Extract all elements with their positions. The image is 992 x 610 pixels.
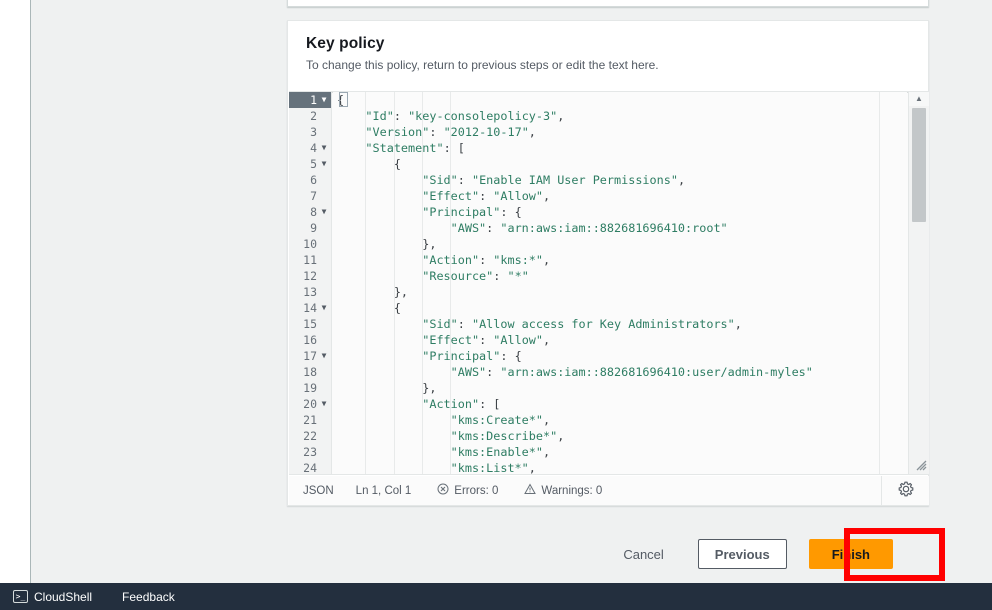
key-policy-card: Key policy To change this policy, return… (287, 20, 929, 506)
fold-triangle-icon[interactable]: ▼ (319, 92, 329, 108)
fold-triangle-icon[interactable]: ▼ (319, 204, 329, 220)
code-line: "AWS": "arn:aws:iam::882681696410:user/a… (450, 365, 813, 379)
gear-icon (898, 481, 914, 500)
gutter-line-number[interactable]: 3 (289, 124, 331, 140)
fold-triangle-icon[interactable]: ▼ (319, 396, 329, 412)
json-code-editor[interactable]: 1 ▼ 2 3 4 ▼ 5 ▼ 6 7 8 ▼ 9 10 11 12 13 14 ▼ 15 16 17 ▼ 18 19 20 ▼ 21… (289, 91, 929, 475)
code-line: }, (337, 381, 437, 395)
finish-button[interactable]: Finish (808, 539, 893, 569)
editor-settings-button[interactable] (881, 476, 929, 505)
cancel-button[interactable]: Cancel (619, 541, 667, 568)
fold-triangle-icon[interactable]: ▼ (319, 300, 329, 316)
status-errors: Errors: 0 (437, 483, 498, 498)
code-line: "kms:Create*", (450, 413, 551, 427)
card-subtitle: To change this policy, return to previou… (306, 58, 659, 72)
code-line: }, (337, 237, 437, 251)
editor-line-number-gutter[interactable]: 1 ▼ 2 3 4 ▼ 5 ▼ 6 7 8 ▼ 9 10 11 12 13 14 ▼ 15 16 17 ▼ 18 19 20 ▼ 21… (289, 92, 332, 474)
code-line: { (337, 301, 401, 315)
gutter-line-number[interactable]: 21 (289, 412, 331, 428)
code-line: "Statement": [ (365, 141, 465, 155)
scroll-up-arrow-icon[interactable]: ▲ (909, 92, 929, 106)
left-nav-rail (0, 0, 31, 583)
gutter-line-number[interactable]: 7 (289, 188, 331, 204)
cloudshell-button[interactable]: >_ CloudShell (13, 590, 92, 604)
fold-triangle-icon[interactable]: ▼ (319, 348, 329, 364)
console-bottom-bar: >_ CloudShell Feedback (0, 583, 992, 610)
card-header: Key policy To change this policy, return… (288, 21, 928, 73)
text-cursor (339, 92, 348, 107)
gutter-line-number[interactable]: 22 (289, 428, 331, 444)
cloudshell-label: CloudShell (34, 589, 93, 604)
code-line: "Sid": "Enable IAM User Permissions", (422, 173, 686, 187)
editor-status-bar: JSON Ln 1, Col 1 Errors: 0 Warnings: 0 (289, 476, 929, 506)
policy-editor-wrapper: 1 ▼ 2 3 4 ▼ 5 ▼ 6 7 8 ▼ 9 10 11 12 13 14 ▼ 15 16 17 ▼ 18 19 20 ▼ 21… (289, 91, 929, 506)
gutter-line-number[interactable]: 15 (289, 316, 331, 332)
code-line: "Principal": { (422, 349, 522, 363)
editor-resize-grip-icon[interactable] (914, 459, 928, 473)
page-title: Key policy (306, 35, 385, 52)
scrollbar-thumb[interactable] (912, 108, 926, 222)
code-line: "Id": "key-consolepolicy-3", (365, 109, 565, 123)
code-line: "kms:List*", (450, 461, 536, 474)
gutter-line-number[interactable]: 23 (289, 444, 331, 460)
gutter-line-number[interactable]: 10 (289, 236, 331, 252)
fold-triangle-icon[interactable]: ▼ (319, 140, 329, 156)
gutter-line-number[interactable]: 14 ▼ (289, 300, 331, 316)
print-margin-ruler (879, 92, 880, 474)
gutter-line-number[interactable]: 2 (289, 108, 331, 124)
code-line: "AWS": "arn:aws:iam::882681696410:root" (450, 221, 728, 235)
wizard-footer-actions: Cancel Previous Finish (287, 534, 929, 574)
feedback-button[interactable]: Feedback (122, 590, 175, 604)
gutter-line-number[interactable]: 5 ▼ (289, 156, 331, 172)
gutter-line-number[interactable]: 6 (289, 172, 331, 188)
status-errors-label: Errors: 0 (454, 484, 499, 497)
editor-code-area[interactable]: { "Id": "key-consolepolicy-3", "Version"… (333, 92, 907, 474)
code-line: "kms:Describe*", (450, 429, 565, 443)
code-line: "Effect": "Allow", (422, 333, 551, 347)
code-line: "Resource": "*" (422, 269, 529, 283)
error-circle-icon (437, 483, 449, 498)
code-line: "Version": "2012-10-17", (365, 125, 536, 139)
gutter-line-number[interactable]: 16 (289, 332, 331, 348)
code-line: "kms:Enable*", (450, 445, 551, 459)
gutter-line-number[interactable]: 11 (289, 252, 331, 268)
gutter-line-number[interactable]: 12 (289, 268, 331, 284)
gutter-line-number[interactable]: 8 ▼ (289, 204, 331, 220)
code-line: "Principal": { (422, 205, 522, 219)
status-warnings-label: Warnings: 0 (541, 484, 603, 497)
page-canvas: Key policy To change this policy, return… (32, 0, 992, 583)
previous-button[interactable]: Previous (697, 539, 787, 569)
code-line: "Effect": "Allow", (422, 189, 551, 203)
editor-vertical-scrollbar[interactable]: ▲ (908, 92, 929, 474)
code-line: { (337, 157, 401, 171)
code-line: "Action": [ (422, 397, 501, 411)
status-language: JSON (303, 484, 334, 497)
gutter-line-number[interactable]: 18 (289, 364, 331, 380)
status-warnings: Warnings: 0 (524, 483, 602, 498)
status-cursor-position: Ln 1, Col 1 (355, 484, 412, 497)
gutter-line-number[interactable]: 17 ▼ (289, 348, 331, 364)
code-line: { (337, 92, 907, 108)
gutter-line-number[interactable]: 9 (289, 220, 331, 236)
code-line: "Sid": "Allow access for Key Administrat… (422, 317, 742, 331)
code-line: "Action": "kms:*", (422, 253, 551, 267)
gutter-line-number[interactable]: 20 ▼ (289, 396, 331, 412)
editor-code-lines: { "Id": "key-consolepolicy-3", "Version"… (333, 92, 907, 474)
code-line: }, (337, 285, 409, 299)
fold-triangle-icon[interactable]: ▼ (319, 156, 329, 172)
gutter-line-number[interactable]: 24 (289, 460, 331, 474)
previous-card-partial (287, 0, 929, 7)
terminal-icon: >_ (13, 590, 28, 603)
warning-triangle-icon (524, 483, 537, 498)
gutter-line-number[interactable]: 1 ▼ (289, 92, 331, 108)
gutter-line-number[interactable]: 19 (289, 380, 331, 396)
gutter-line-number[interactable]: 13 (289, 284, 331, 300)
gutter-line-number[interactable]: 4 ▼ (289, 140, 331, 156)
